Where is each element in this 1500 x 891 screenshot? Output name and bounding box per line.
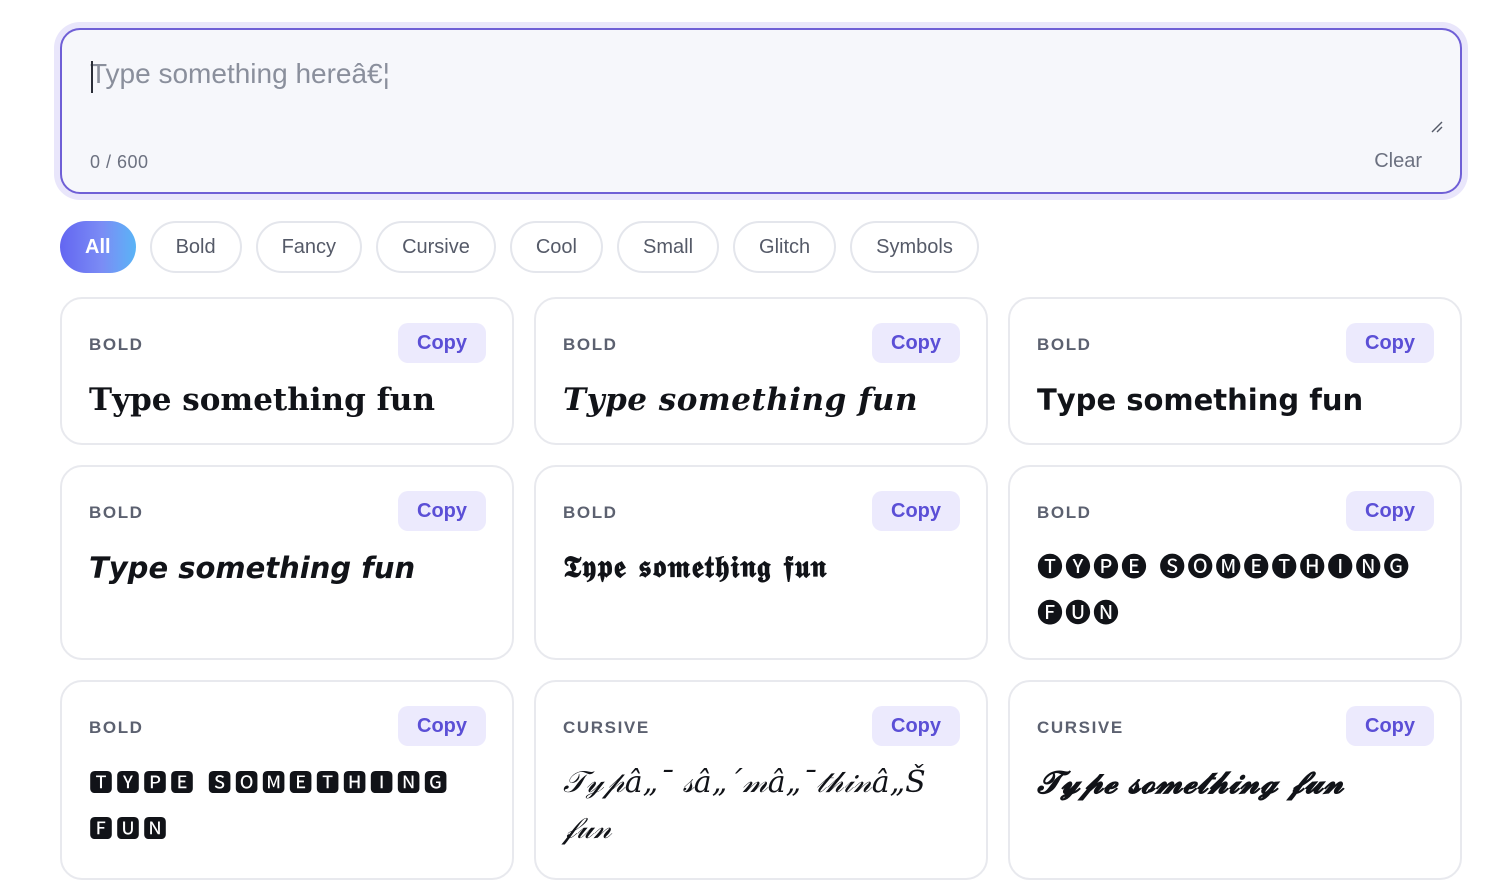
copy-button[interactable]: Copy (1346, 323, 1434, 363)
styled-text[interactable]: 𝓣𝔂𝓹𝓮 𝓼𝓸𝓶𝓮𝓽𝓱𝓲𝓷𝓰 𝓯𝓾𝓷 (1037, 760, 1436, 806)
card-category: BOLD (563, 335, 618, 354)
font-card: BOLD Copy 𝕿𝖞𝖕𝖊 𝖘𝖔𝖒𝖊𝖙𝖍𝖎𝖓𝖌 𝖋𝖚𝖓 (534, 465, 988, 660)
font-card: BOLD Copy 𝑻𝒚𝒑𝒆 𝒔𝒐𝒎𝒆𝒕𝒉𝒊𝒏𝒈 𝒇𝒖𝒏 (534, 297, 988, 445)
copy-button[interactable]: Copy (872, 491, 960, 531)
styled-text[interactable]: 𝐓𝐲𝐩𝐞 𝐬𝐨𝐦𝐞𝐭𝐡𝐢𝐧𝐠 𝐟𝐮𝐧 (89, 377, 488, 423)
filter-chip-glitch[interactable]: Glitch (733, 221, 837, 273)
card-category: BOLD (89, 335, 144, 354)
copy-button[interactable]: Copy (872, 323, 960, 363)
filter-chip-fancy[interactable]: Fancy (255, 221, 363, 273)
filter-bar: All Bold Fancy Cursive Cool Small Glitch… (60, 221, 979, 273)
font-card: BOLD Copy 🅣🅨🅟🅔 🅢🅞🅜🅔🅣🅗🅘🅝🅖 🅕🅤🅝 (1008, 465, 1462, 660)
card-category: CURSIVE (563, 718, 650, 737)
copy-button[interactable]: Copy (1346, 706, 1434, 746)
copy-button[interactable]: Copy (398, 323, 486, 363)
styled-text[interactable]: 𝙏𝙮𝙥𝙚 𝙨𝙤𝙢𝙚𝙩𝙝𝙞𝙣𝙜 𝙛𝙪𝙣 (89, 545, 488, 591)
font-card: BOLD Copy 𝙏𝙮𝙥𝙚 𝙨𝙤𝙢𝙚𝙩𝙝𝙞𝙣𝙜 𝙛𝙪𝙣 (60, 465, 514, 660)
copy-button[interactable]: Copy (398, 491, 486, 531)
text-cursor (91, 61, 93, 93)
clear-button[interactable]: Clear (1374, 150, 1422, 173)
styled-text[interactable]: 𝗧𝘆𝗽𝗲 𝘀𝗼𝗺𝗲𝘁𝗵𝗶𝗻𝗴 𝗳𝘂𝗻 (1037, 377, 1436, 423)
styled-text[interactable]: 🆃🆈🅿🅴 🆂🅾🅼🅴🆃🅷🅸🅽🅶 🅵🆄🅽 (89, 760, 488, 852)
card-category: CURSIVE (1037, 718, 1124, 737)
copy-button[interactable]: Copy (872, 706, 960, 746)
resize-grip-icon[interactable] (1430, 120, 1444, 134)
card-category: BOLD (89, 718, 144, 737)
copy-button[interactable]: Copy (398, 706, 486, 746)
font-card: BOLD Copy 𝗧𝘆𝗽𝗲 𝘀𝗼𝗺𝗲𝘁𝗵𝗶𝗻𝗴 𝗳𝘂𝗻 (1008, 297, 1462, 445)
filter-chip-bold[interactable]: Bold (149, 221, 242, 273)
text-input-box: 0 / 600 Clear (60, 28, 1462, 194)
card-category: BOLD (563, 503, 618, 522)
styled-text[interactable]: 🅣🅨🅟🅔 🅢🅞🅜🅔🅣🅗🅘🅝🅖 🅕🅤🅝 (1037, 545, 1436, 637)
card-category: BOLD (89, 503, 144, 522)
styled-text[interactable]: 𝒯𝓎𝓅â„¯ 𝓈â„´𝓂â„¯𝓉𝒽𝒾𝓃â„Š 𝒻𝓊𝓃 (563, 760, 962, 852)
filter-chip-cursive[interactable]: Cursive (376, 221, 496, 273)
filter-chip-symbols[interactable]: Symbols (850, 221, 979, 273)
font-card: CURSIVE Copy 𝓣𝔂𝓹𝓮 𝓼𝓸𝓶𝓮𝓽𝓱𝓲𝓷𝓰 𝓯𝓾𝓷 (1008, 680, 1462, 880)
card-category: BOLD (1037, 335, 1092, 354)
filter-chip-all[interactable]: All (60, 221, 136, 273)
styled-text[interactable]: 𝑻𝒚𝒑𝒆 𝒔𝒐𝒎𝒆𝒕𝒉𝒊𝒏𝒈 𝒇𝒖𝒏 (563, 377, 962, 423)
copy-button[interactable]: Copy (1346, 491, 1434, 531)
card-category: BOLD (1037, 503, 1092, 522)
filter-chip-small[interactable]: Small (617, 221, 720, 273)
filter-chip-cool[interactable]: Cool (509, 221, 603, 273)
font-card: BOLD Copy 𝐓𝐲𝐩𝐞 𝐬𝐨𝐦𝐞𝐭𝐡𝐢𝐧𝐠 𝐟𝐮𝐧 (60, 297, 514, 445)
font-card: CURSIVE Copy 𝒯𝓎𝓅â„¯ 𝓈â„´𝓂â„¯𝓉𝒽𝒾𝓃â„Š 𝒻𝓊𝓃 (534, 680, 988, 880)
font-card: BOLD Copy 🆃🆈🅿🅴 🆂🅾🅼🅴🆃🅷🅸🅽🅶 🅵🆄🅽 (60, 680, 514, 880)
styled-text[interactable]: 𝕿𝖞𝖕𝖊 𝖘𝖔𝖒𝖊𝖙𝖍𝖎𝖓𝖌 𝖋𝖚𝖓 (563, 545, 962, 591)
char-counter: 0 / 600 (90, 152, 149, 172)
text-input[interactable] (90, 58, 1420, 118)
